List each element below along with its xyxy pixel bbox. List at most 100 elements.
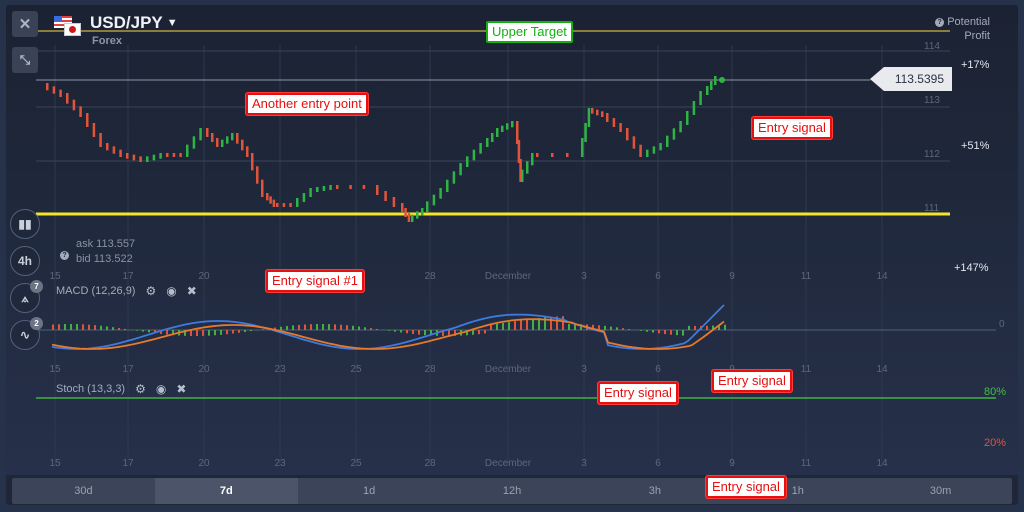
candle [79,106,82,117]
candle [99,133,102,147]
candle [251,153,254,171]
macd-bar [94,325,96,330]
chevron-down-icon: ▼ [166,17,178,29]
candle [551,153,554,157]
macd-bar [478,330,480,335]
candle [152,154,156,161]
candle [272,199,276,207]
candle [619,123,622,132]
gear-icon[interactable]: ⚙ [145,284,156,298]
timeframe-12h[interactable]: 12h [441,478,584,504]
macd-bar [232,330,234,334]
collapse-button[interactable]: ⤡ [12,47,38,73]
profit-top: +17% [961,59,990,71]
close-button[interactable]: ✕ [12,11,38,37]
macd-bar [604,325,606,330]
candle [710,81,713,90]
timeframe-3h[interactable]: 3h [583,478,726,504]
x-tick: 9 [729,271,735,282]
macd-bar [70,324,72,330]
candle [652,146,656,154]
indicator-wave-icon: ∿ [19,328,31,342]
candle [139,156,142,162]
timeframe-30m[interactable]: 30m [869,478,1012,504]
candle [714,76,717,85]
macd-bar [652,330,654,333]
macd-bar [376,328,378,330]
candle [672,128,676,140]
candle [612,118,616,127]
macd-bar [64,324,66,330]
candle [309,188,312,197]
macd-bar [418,330,420,335]
stoch-header: Stoch (13,3,3) ⚙ ◉ ✖ [56,382,186,396]
candle [626,128,629,141]
candle [521,169,524,182]
price-chart[interactable] [6,5,1018,475]
macd-zero-label: 0 [999,319,1005,330]
close-icon[interactable]: ✖ [176,382,186,396]
timeframe-30d[interactable]: 30d [12,478,155,504]
compass-icon: ⟑ [21,290,29,305]
candle [566,153,569,157]
close-icon[interactable]: ✖ [187,284,197,298]
asset-selector[interactable]: USD/JPY ▼ [90,13,178,33]
macd-bar [550,316,552,330]
candlestick-icon: ▮▮ [18,217,32,231]
gear-icon[interactable]: ⚙ [135,382,146,396]
candle [472,149,476,161]
candle [659,143,662,151]
eye-icon[interactable]: ◉ [156,382,166,396]
help-icon[interactable]: ? [935,18,945,27]
chart-type-button[interactable]: ▮▮ [10,209,40,239]
stoch-label: Stoch (13,3,3) [56,383,126,395]
x-tick: December [484,458,532,469]
timeframe-1d[interactable]: 1d [298,478,441,504]
macd-bar [52,324,54,330]
x-tick: 11 [800,458,812,469]
macd-bar [646,330,648,332]
candle [72,99,76,111]
macd-bar [724,324,726,330]
drawing-tools-button[interactable]: ⟑ 7 [10,280,43,313]
macd-bar [142,330,144,332]
help-icon[interactable]: ? [60,251,69,260]
candle [349,185,352,189]
macd-bar [472,330,474,335]
profit-bottom: +147% [954,262,989,274]
macd-bar [526,319,528,330]
candle [289,203,292,207]
macd-bar [304,324,306,330]
candle [459,163,462,176]
candle [179,153,182,157]
macd-bar [400,330,402,333]
x-tick: 17 [122,271,134,282]
timeframe-bar: 30d 7d 1d 12h 3h 1h 30m [12,478,1012,504]
profit-slider[interactable] [996,63,1008,273]
macd-bar [694,325,696,330]
x-tick: 6 [655,271,661,282]
macd-bar [334,324,336,330]
chart-area[interactable] [6,5,1018,475]
macd-bar [388,330,390,331]
candle [536,153,539,157]
candle [606,113,609,122]
timeframe-7d[interactable]: 7d [154,478,298,504]
indicators-button[interactable]: ∿ 2 [10,317,43,350]
macd-bar [100,325,102,330]
entry-signal-annotation: Entry signal [752,117,832,139]
eye-icon[interactable]: ◉ [166,284,176,298]
macd-bar [238,330,240,333]
x-tick: December [484,271,532,282]
macd-bar [196,330,198,336]
candle [426,201,429,212]
candle [496,128,499,137]
candle [646,149,649,157]
macd-header: MACD (12,26,9) ⚙ ◉ ✖ [56,284,197,298]
x-tick: 15 [49,364,61,375]
profit-middle: +51% [961,140,990,152]
timeframe-button[interactable]: 4h [10,246,40,276]
japan-flag-icon [64,23,81,36]
candle [679,121,682,133]
macd-bar [394,330,396,332]
